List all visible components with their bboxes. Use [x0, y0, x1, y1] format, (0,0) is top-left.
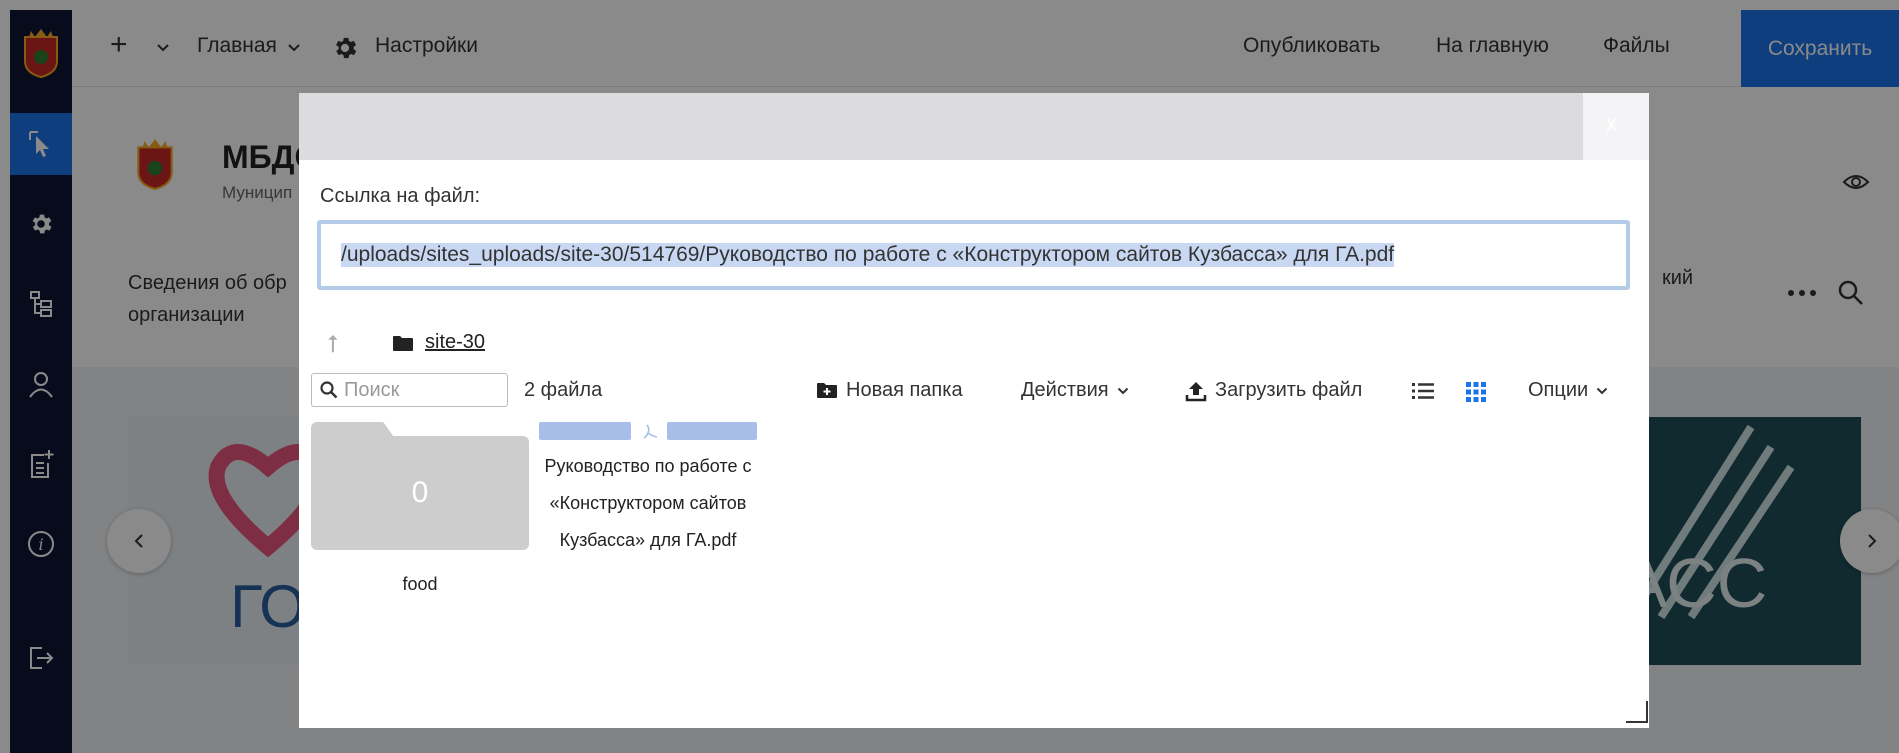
upload-label: Загрузить файл	[1215, 379, 1363, 401]
new-folder-label: Новая папка	[846, 379, 963, 401]
options-label: Опции	[1528, 379, 1589, 401]
upload-file-button[interactable]: Загрузить файл	[1185, 379, 1362, 402]
folder-name: food	[402, 574, 438, 594]
folder-item[interactable]: 0 food	[311, 422, 529, 603]
resize-handle[interactable]	[1626, 701, 1648, 723]
folder-plus-icon	[817, 383, 837, 398]
file-manager-dialog: x Ссылка на файл: /uploads/sites_uploads…	[299, 93, 1649, 728]
close-button[interactable]: x	[1606, 111, 1617, 137]
chevron-down-icon	[1596, 387, 1608, 394]
list-view-icon[interactable]	[1412, 382, 1434, 400]
file-item[interactable]: Руководство по работе с «Конструктором с…	[539, 422, 757, 559]
pdf-thumbnail-bar	[539, 422, 631, 440]
upload-icon	[1185, 381, 1207, 401]
breadcrumb-folder[interactable]: site-30	[425, 331, 485, 354]
grid-view-icon[interactable]	[1466, 382, 1486, 402]
new-folder-button[interactable]: Новая папка	[816, 379, 963, 402]
file-manager-panel: ⭡ site-30 2 файла Новая папка Действия З…	[299, 309, 1649, 728]
folder-up-icon[interactable]: ⭡	[327, 331, 338, 359]
search-icon	[320, 381, 338, 399]
file-link-value[interactable]: /uploads/sites_uploads/site-30/514769/Ру…	[341, 243, 1395, 267]
pdf-thumbnail-bar	[667, 422, 757, 440]
file-count: 2 файла	[524, 379, 603, 401]
folder-count: 0	[311, 436, 529, 550]
actions-label: Действия	[1021, 379, 1109, 401]
chevron-down-icon	[1117, 387, 1128, 394]
folder-icon	[393, 336, 413, 351]
file-link-field[interactable]: /uploads/sites_uploads/site-30/514769/Ру…	[317, 220, 1630, 290]
dialog-titlebar[interactable]	[299, 93, 1583, 160]
file-link-label: Ссылка на файл:	[320, 185, 481, 207]
actions-dropdown[interactable]: Действия	[1021, 379, 1129, 402]
pdf-thumbnail	[539, 422, 757, 440]
file-name: Руководство по работе с «Конструктором с…	[544, 456, 752, 550]
pdf-icon	[643, 424, 658, 439]
options-dropdown[interactable]: Опции	[1528, 379, 1608, 402]
search-box[interactable]	[311, 373, 508, 407]
search-input[interactable]	[344, 378, 494, 402]
folder-thumbnail: 0	[311, 422, 529, 550]
